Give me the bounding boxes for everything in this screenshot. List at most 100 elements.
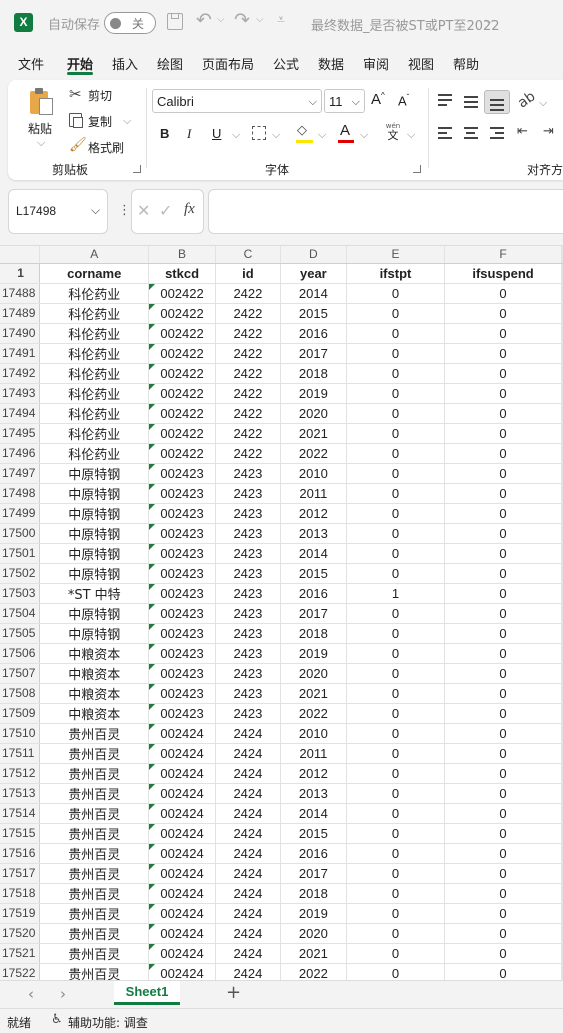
row-number[interactable]: 17506 [0, 643, 41, 664]
cell[interactable] [561, 283, 563, 304]
copy-dropdown-icon[interactable]: ⌵ [123, 114, 131, 128]
cell[interactable]: 0 [444, 803, 562, 824]
column-header[interactable]: F [444, 246, 562, 264]
cell[interactable]: 002423 [148, 623, 216, 644]
cell[interactable] [561, 643, 563, 664]
cell[interactable] [561, 783, 563, 804]
cell[interactable]: 0 [444, 783, 562, 804]
cell[interactable]: 贵州百灵 [39, 743, 150, 764]
cell[interactable]: 中原特钢 [39, 503, 150, 524]
cell[interactable]: 002422 [148, 323, 216, 344]
cell[interactable]: 0 [444, 943, 562, 964]
cell[interactable]: 0 [346, 283, 446, 304]
cell[interactable]: 2016 [280, 843, 347, 864]
cell[interactable]: 0 [346, 743, 446, 764]
cell[interactable]: 002423 [148, 543, 216, 564]
cell[interactable]: 0 [346, 683, 446, 704]
cell[interactable]: 0 [444, 443, 562, 464]
cell[interactable]: 2019 [280, 383, 347, 404]
cell[interactable]: 中粮资本 [39, 643, 150, 664]
font-color-dropdown-icon[interactable]: ⌵ [360, 128, 368, 142]
more-options-icon[interactable]: ⋮ [118, 203, 131, 218]
cell[interactable]: 2022 [280, 443, 347, 464]
row-number[interactable]: 17507 [0, 663, 41, 684]
cell[interactable]: 科伦药业 [39, 403, 150, 424]
cell[interactable]: 0 [346, 823, 446, 844]
cell[interactable] [561, 943, 563, 964]
cell[interactable] [561, 303, 563, 324]
cell[interactable]: 0 [444, 963, 562, 980]
cell[interactable]: 中原特钢 [39, 523, 150, 544]
cell[interactable]: 2012 [280, 503, 347, 524]
cell[interactable]: 2018 [280, 363, 347, 384]
header-cell[interactable]: ifsuspend [444, 263, 562, 284]
cell[interactable] [561, 563, 563, 584]
cell[interactable]: 0 [444, 583, 562, 604]
cell[interactable]: 2424 [215, 903, 281, 924]
cell[interactable]: 002423 [148, 583, 216, 604]
cell[interactable]: 002423 [148, 643, 216, 664]
cell[interactable] [561, 823, 563, 844]
row-number[interactable]: 17490 [0, 323, 41, 344]
orientation-dropdown-icon[interactable]: ⌵ [539, 96, 547, 110]
cell[interactable]: 0 [444, 703, 562, 724]
cell[interactable]: 002423 [148, 703, 216, 724]
cell[interactable]: 0 [346, 943, 446, 964]
format-painter-icon[interactable]: 🖌 [69, 137, 87, 153]
tab-help[interactable]: 帮助 [453, 54, 479, 73]
cell[interactable]: 002423 [148, 483, 216, 504]
cell[interactable]: 中原特钢 [39, 543, 150, 564]
formula-input[interactable] [208, 189, 563, 234]
cell[interactable]: 0 [346, 763, 446, 784]
header-cell[interactable]: ifstpt [346, 263, 446, 284]
cell[interactable]: 002423 [148, 563, 216, 584]
cell[interactable] [561, 463, 563, 484]
cell[interactable] [561, 623, 563, 644]
column-header[interactable]: A [39, 246, 150, 264]
column-header[interactable] [561, 246, 563, 264]
cell[interactable]: 0 [444, 603, 562, 624]
prev-sheet-icon[interactable]: ‹ [28, 985, 34, 1003]
cell[interactable]: 0 [346, 663, 446, 684]
cell[interactable]: 0 [346, 463, 446, 484]
row-number[interactable]: 17520 [0, 923, 41, 944]
align-center-icon[interactable] [464, 127, 478, 139]
increase-indent-icon[interactable]: ⇥ [543, 124, 554, 139]
cell[interactable]: 0 [444, 403, 562, 424]
cell[interactable]: 中原特钢 [39, 483, 150, 504]
cell[interactable]: 002424 [148, 843, 216, 864]
insert-function-button[interactable]: fx [184, 201, 195, 218]
next-sheet-icon[interactable]: › [60, 985, 66, 1003]
cell[interactable]: 贵州百灵 [39, 943, 150, 964]
tab-review[interactable]: 审阅 [363, 54, 389, 73]
header-cell[interactable]: year [280, 263, 347, 284]
cell[interactable]: 0 [346, 423, 446, 444]
phonetic-dropdown-icon[interactable]: ⌵ [407, 128, 415, 142]
cell[interactable]: 002422 [148, 423, 216, 444]
undo-icon[interactable]: ↶ [196, 9, 212, 31]
cell[interactable]: 0 [444, 523, 562, 544]
cell[interactable]: 0 [346, 523, 446, 544]
cell[interactable]: 2017 [280, 343, 347, 364]
row-number[interactable]: 17498 [0, 483, 41, 504]
cell[interactable]: 002422 [148, 283, 216, 304]
cell[interactable]: 0 [346, 863, 446, 884]
cell[interactable]: 0 [444, 623, 562, 644]
cell[interactable]: 2424 [215, 803, 281, 824]
cell[interactable]: 0 [444, 923, 562, 944]
cell[interactable]: 2022 [280, 963, 347, 980]
font-launcher-icon[interactable] [413, 165, 421, 173]
cell[interactable]: 贵州百灵 [39, 783, 150, 804]
cell[interactable]: 2014 [280, 543, 347, 564]
clipboard-launcher-icon[interactable] [133, 165, 141, 173]
cell[interactable]: 2019 [280, 643, 347, 664]
cell[interactable]: 0 [444, 763, 562, 784]
cell[interactable]: 0 [444, 843, 562, 864]
cell[interactable]: 2423 [215, 663, 281, 684]
cell[interactable]: 0 [444, 903, 562, 924]
row-number[interactable]: 17508 [0, 683, 41, 704]
row-number[interactable]: 17519 [0, 903, 41, 924]
cell[interactable]: 中粮资本 [39, 703, 150, 724]
column-header[interactable]: C [215, 246, 281, 264]
cell[interactable] [561, 403, 563, 424]
